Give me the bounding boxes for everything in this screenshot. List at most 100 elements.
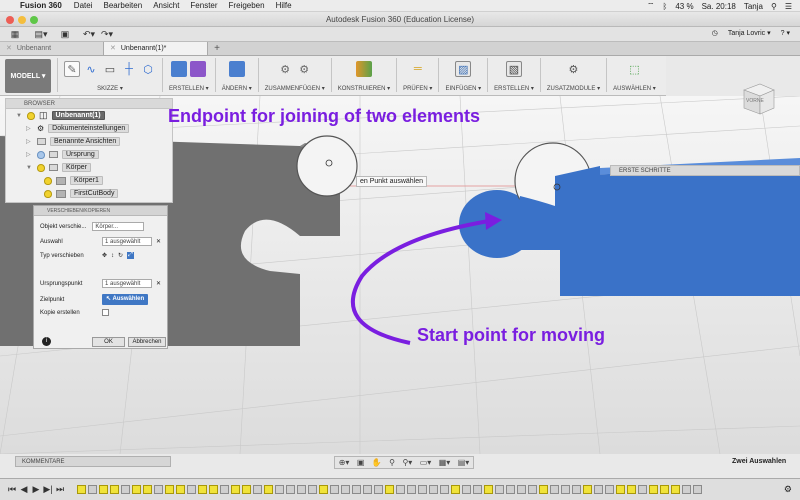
spotlight-icon[interactable]: ⚲ — [771, 2, 777, 11]
timeline-feature[interactable] — [539, 485, 548, 494]
timeline-feature[interactable] — [88, 485, 97, 494]
user-menu[interactable]: Tanja — [744, 2, 763, 11]
clear-origin-icon[interactable]: ✕ — [156, 280, 161, 287]
timeline-feature[interactable] — [561, 485, 570, 494]
ribbon-group-aendern[interactable]: ÄNDERN ▾ — [222, 58, 252, 92]
viewports-icon[interactable]: ▤▾ — [458, 458, 470, 467]
timeline-feature[interactable] — [660, 485, 669, 494]
timeline-feature[interactable] — [616, 485, 625, 494]
addins-icon[interactable]: ⚙ — [565, 61, 581, 77]
visibility-bulb-icon[interactable] — [37, 163, 45, 172]
dialog-header[interactable]: VERSCHIEBEN/KOPIEREN — [34, 206, 167, 216]
tab-close-icon[interactable]: ✕ — [6, 45, 12, 52]
browser-item-body1[interactable]: Körper1 — [6, 174, 172, 187]
look-at-icon[interactable]: ▣ — [357, 458, 365, 467]
minimize-window-button[interactable] — [18, 16, 26, 24]
expand-icon[interactable]: ▷ — [26, 138, 33, 145]
timeline-feature[interactable] — [528, 485, 537, 494]
timeline-feature[interactable] — [143, 485, 152, 494]
render-icon[interactable]: ▧ — [505, 61, 522, 77]
timeline-next-icon[interactable]: ▶| — [42, 484, 54, 495]
timeline-feature[interactable] — [506, 485, 515, 494]
browser-item-named-views[interactable]: ▷ Benannte Ansichten — [6, 135, 172, 148]
timeline-feature[interactable] — [165, 485, 174, 494]
timeline-feature[interactable] — [440, 485, 449, 494]
timeline-first-icon[interactable]: ⏮ — [6, 484, 18, 495]
menu-bearbeiten[interactable]: Bearbeiten — [103, 1, 142, 10]
comments-panel[interactable]: KOMMENTARE — [15, 456, 171, 467]
clock-icon[interactable]: ◷ — [712, 29, 718, 37]
viewcube[interactable]: VORNE — [738, 80, 780, 116]
timeline-prev-icon[interactable]: ◀ — [18, 484, 30, 495]
timeline-feature[interactable] — [275, 485, 284, 494]
timeline-play-icon[interactable]: ▶ — [30, 484, 42, 495]
collapse-icon[interactable]: ▼ — [16, 113, 23, 119]
battery-text[interactable]: 43 % — [675, 2, 693, 11]
redo-icon[interactable]: ↷▾ — [98, 28, 116, 41]
browser-item-origin[interactable]: ▷ Ursprung — [6, 148, 172, 161]
menu-fenster[interactable]: Fenster — [190, 1, 217, 10]
rectangle-icon[interactable]: ▭ — [102, 61, 118, 77]
browser-item-label[interactable]: Körper — [62, 163, 92, 172]
timeline-feature[interactable] — [495, 485, 504, 494]
zoom-icon[interactable]: ⚲ — [389, 458, 395, 467]
browser-item-firstcutbody[interactable]: FirstCutBody — [6, 187, 172, 200]
file-icon[interactable]: ▤▾ — [32, 28, 50, 41]
visibility-bulb-icon[interactable] — [27, 111, 35, 120]
help-menu[interactable]: ? ▾ — [781, 29, 790, 37]
zoom-window-button[interactable] — [30, 16, 38, 24]
timeline-feature[interactable] — [121, 485, 130, 494]
browser-item-settings[interactable]: ▷ ⚙ Dokumenteinstellungen — [6, 122, 172, 135]
as-built-joint-icon[interactable]: ⚙ — [296, 61, 312, 77]
timeline-feature[interactable] — [319, 485, 328, 494]
clear-selection-icon[interactable]: ✕ — [156, 238, 161, 245]
user-account-menu[interactable]: Tanja Lovric ▾ — [728, 29, 771, 37]
line-icon[interactable]: ┼ — [121, 61, 137, 77]
timeline-feature[interactable] — [550, 485, 559, 494]
timeline-feature[interactable] — [385, 485, 394, 494]
data-panel-icon[interactable]: ▦ — [6, 28, 24, 41]
timeline-feature[interactable] — [374, 485, 383, 494]
insert-image-icon[interactable]: ▨ — [455, 61, 472, 77]
timeline-feature[interactable] — [341, 485, 350, 494]
ribbon-group-zusatzmodule[interactable]: ⚙ ZUSATZMODULE ▾ — [547, 58, 600, 93]
ribbon-group-konstruieren[interactable]: KONSTRUIEREN ▾ — [338, 58, 390, 92]
browser-item-label[interactable]: Dokumenteinstellungen — [48, 124, 130, 133]
ribbon-group-auswaehlen[interactable]: ⬚ AUSWÄHLEN ▾ — [613, 58, 656, 93]
ribbon-group-einfuegen[interactable]: ▨ EINFÜGEN ▾ — [445, 58, 481, 92]
ribbon-group-erstellen[interactable]: ERSTELLEN ▾ — [169, 58, 209, 92]
save-icon[interactable]: ▣ — [56, 28, 74, 41]
timeline-feature[interactable] — [649, 485, 658, 494]
timeline-feature[interactable] — [517, 485, 526, 494]
menu-ansicht[interactable]: Ansicht — [153, 1, 179, 10]
measure-icon[interactable]: ═ — [410, 61, 426, 77]
browser-item-label[interactable]: FirstCutBody — [70, 189, 119, 198]
ribbon-group-pruefen[interactable]: ═ PRÜFEN ▾ — [403, 58, 432, 92]
tab-close-icon[interactable]: ✕ — [110, 45, 116, 52]
wifi-icon[interactable]: ⌔ — [647, 1, 655, 11]
ribbon-group-erstellen-2[interactable]: ▧ ERSTELLEN ▾ — [494, 58, 534, 92]
app-menu[interactable]: Fusion 360 — [20, 1, 62, 10]
spline-icon[interactable]: ∿ — [83, 61, 99, 77]
menu-hilfe[interactable]: Hilfe — [276, 1, 292, 10]
undo-icon[interactable]: ↶▾ — [80, 28, 98, 41]
ok-button[interactable]: OK — [92, 337, 125, 347]
timeline-feature[interactable] — [429, 485, 438, 494]
new-tab-button[interactable]: + — [208, 42, 226, 55]
timeline-feature[interactable] — [693, 485, 702, 494]
box-icon[interactable] — [171, 61, 188, 77]
timeline-feature[interactable] — [242, 485, 251, 494]
visibility-bulb-icon[interactable] — [44, 189, 52, 198]
browser-item-label[interactable]: Körper1 — [70, 176, 103, 185]
timeline-feature[interactable] — [99, 485, 108, 494]
timeline-feature[interactable] — [264, 485, 273, 494]
timeline-feature[interactable] — [594, 485, 603, 494]
rotate-icon[interactable]: ↻ — [118, 252, 123, 259]
timeline-feature[interactable] — [396, 485, 405, 494]
visibility-bulb-icon[interactable] — [44, 176, 52, 185]
timeline-feature[interactable] — [286, 485, 295, 494]
clock[interactable]: Sa. 20:18 — [702, 2, 736, 11]
selection-field[interactable]: 1 ausgewählt — [102, 237, 152, 246]
pan-icon[interactable]: ✋ — [372, 458, 382, 467]
collapse-icon[interactable]: ▼ — [26, 165, 33, 171]
